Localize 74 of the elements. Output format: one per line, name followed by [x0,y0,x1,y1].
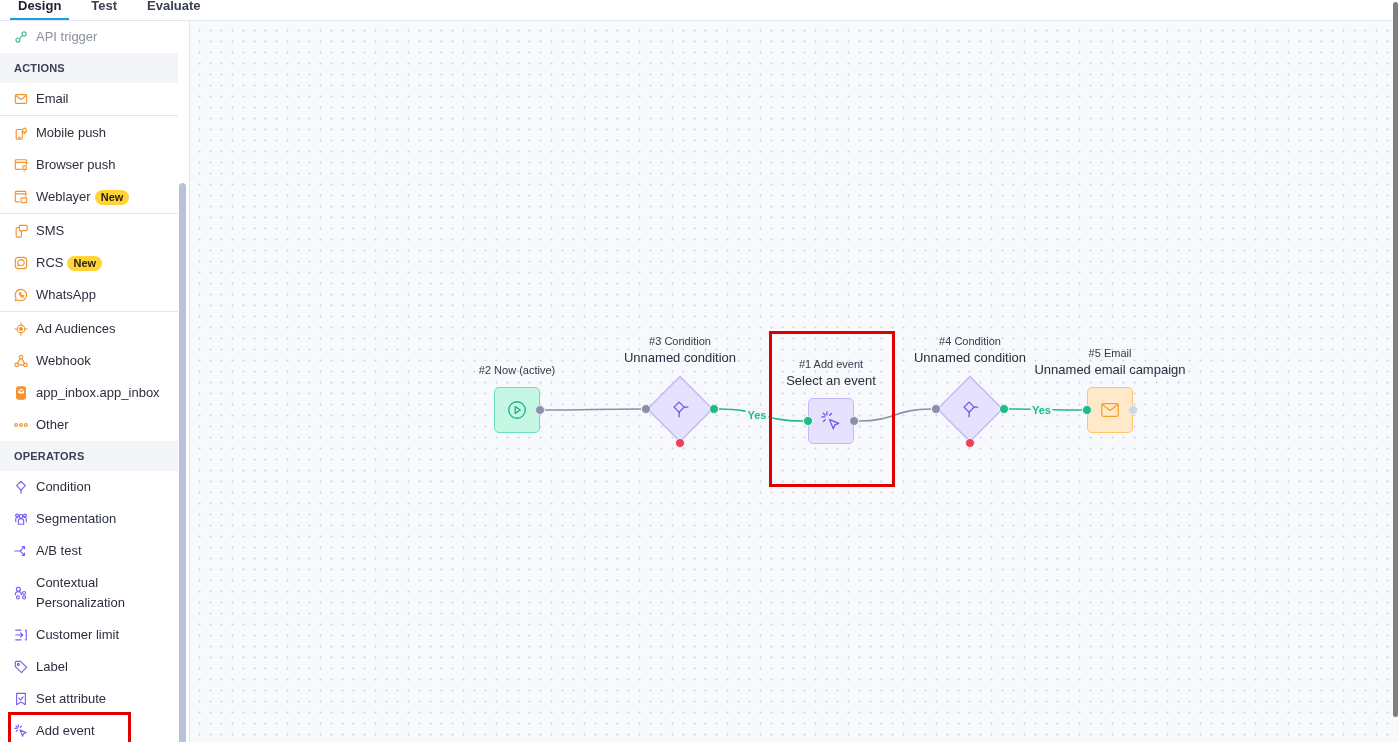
trigger-node[interactable] [494,387,540,433]
section-heading: OPERATORS [0,441,178,471]
edge-line[interactable] [544,408,642,411]
tag-icon [14,660,28,674]
event-node[interactable] [808,398,854,444]
node-title: Unnamed condition [914,349,1026,366]
browser-bell-icon [14,158,28,172]
new-badge: New [67,255,103,271]
sidebar-item[interactable]: Webhook [0,345,178,377]
sidebar-item[interactable]: WhatsApp [0,279,178,311]
section-heading: ACTIONS [0,53,178,83]
split-arrow-icon [14,544,28,558]
node-title: Unnamed condition [624,349,736,366]
node-caption: #5 Email [1088,346,1132,361]
node-title: Unnamed email campaign [1034,361,1186,378]
sidebar-item[interactable]: A/B test [0,535,178,567]
sidebar-item[interactable]: Ad Audiences [0,313,178,345]
sidebar-item[interactable]: Email [0,83,178,115]
link-icon [14,30,28,44]
diamond-icon [14,480,28,494]
person-circles-icon [14,586,28,600]
port-icon[interactable] [999,404,1009,414]
edge-label: Yes [745,408,769,422]
envelope-icon [14,92,28,106]
phone-chat-icon [14,224,28,238]
port-icon[interactable] [803,416,813,426]
scrollbar-thumb[interactable] [1393,2,1398,717]
port-icon[interactable] [931,404,941,414]
node-caption: #1 Add event [798,357,864,372]
sidebar-item[interactable]: Weblayer New [0,181,178,213]
tab[interactable]: Test [83,0,126,20]
port-icon[interactable] [1082,405,1092,415]
target-icon [14,322,28,336]
tab[interactable]: Evaluate [139,0,209,20]
sidebar-item[interactable]: Customer limit [0,619,178,651]
port-icon[interactable] [849,416,859,426]
scrollbar-thumb[interactable] [179,183,186,742]
email-node[interactable] [1087,387,1133,433]
sidebar-item[interactable]: Set attribute [0,683,178,715]
edge-label: Yes [1030,402,1053,417]
sidebar-item[interactable]: RCS New [0,247,178,279]
sidebar-item[interactable]: app_inbox.app_inbox [0,377,178,409]
port-icon[interactable] [641,404,651,414]
arrow-bracket-icon [14,628,28,642]
play-circle-icon [506,399,528,421]
port-icon[interactable] [709,404,719,414]
sidebar-item[interactable]: Segmentation [0,503,178,535]
new-badge: New [94,189,130,205]
sidebar-item[interactable]: SMS [0,215,178,247]
phone-envelope-icon [14,386,28,400]
port-icon[interactable] [965,438,975,448]
node-caption: #3 Condition [649,334,711,349]
cursor-click-icon [14,724,28,738]
sidebar-item[interactable]: Mobile push [0,117,178,149]
cursor-click-icon [820,410,842,432]
sidebar-item[interactable]: Contextual Personalization [0,567,178,619]
port-icon[interactable] [675,438,685,448]
node-caption: #2 Now (active) [478,363,556,378]
nodes-triangle-icon [14,354,28,368]
sidebar-item[interactable]: Label [0,651,178,683]
phone-bubble-icon [14,288,28,302]
sidebar-item[interactable]: Condition [0,471,178,503]
node-caption: #4 Condition [939,334,1001,349]
edge-line[interactable] [858,408,932,422]
sidebar-item[interactable]: Add event [0,715,178,742]
port-icon[interactable] [535,405,545,415]
sidebar-item[interactable]: Browser push [0,149,178,181]
sidebar-item[interactable]: Other [0,409,178,441]
chat-icon [14,256,28,270]
people-icon [14,512,28,526]
node-title: Select an event [786,372,876,389]
phone-bell-icon [14,126,28,140]
window-icon [14,190,28,204]
bookmark-check-icon [14,692,28,706]
